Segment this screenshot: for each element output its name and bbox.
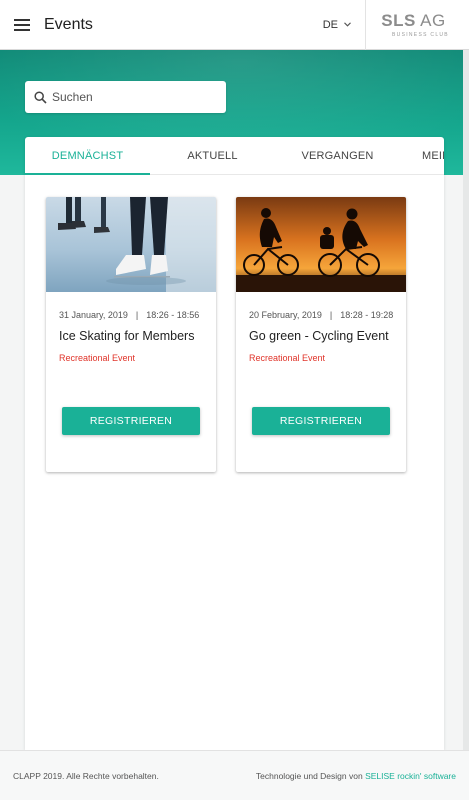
scroll-track[interactable] <box>463 50 469 750</box>
datetime-separator: | <box>329 310 333 320</box>
logo-main-light: AG <box>420 10 446 30</box>
events-panel: DEMNÄCHST AKTUELL VERGANGEN MEIN <box>25 137 444 750</box>
event-title: Ice Skating for Members <box>59 329 195 343</box>
event-tabs: DEMNÄCHST AKTUELL VERGANGEN MEIN <box>25 137 444 175</box>
search-box[interactable] <box>25 81 226 113</box>
tab-past[interactable]: VERGANGEN <box>275 137 400 174</box>
event-date: 31 January, 2019 <box>59 310 128 320</box>
event-category: Recreational Event <box>249 353 326 363</box>
cycling-sunset-photo <box>236 197 406 292</box>
language-selector[interactable]: DE <box>323 0 365 50</box>
menu-button[interactable] <box>0 0 44 50</box>
chevron-down-icon <box>344 22 351 27</box>
datetime-separator: | <box>135 310 139 320</box>
event-card[interactable]: 20 February, 2019 | 18:28 - 19:28 Go green… <box>236 197 406 472</box>
tab-upcoming[interactable]: DEMNÄCHST <box>25 137 150 175</box>
footer-credit-prefix: Technologie und Design von <box>255 770 363 781</box>
tab-mine[interactable]: MEIN <box>400 137 444 174</box>
page-title: Events <box>44 15 93 33</box>
logo-subtitle: BUSINESS CLUB <box>392 31 449 38</box>
register-button[interactable]: REGISTRIEREN <box>62 407 200 435</box>
logo-main-bold: SLS <box>381 10 416 30</box>
footer-credit-link[interactable]: SELISE rockin' software <box>365 771 456 781</box>
ice-skating-photo <box>46 197 216 292</box>
event-datetime: 20 February, 2019 | 18:28 - 19:28 <box>249 310 393 320</box>
hamburger-menu-icon <box>14 18 30 31</box>
footer-copyright: CLAPP 2019. Alle Rechte vorbehalten. <box>13 770 159 781</box>
event-card-list: 31 January, 2019 | 18:26 - 18:56 Ice Skati… <box>46 197 406 472</box>
page-footer: CLAPP 2019. Alle Rechte vorbehalten. Tec… <box>0 750 469 800</box>
event-datetime: 31 January, 2019 | 18:26 - 18:56 <box>59 310 199 320</box>
top-app-bar: Events DE SLS AG BUSINESS CLUB <box>0 0 469 50</box>
language-label: DE <box>322 18 338 31</box>
search-input[interactable] <box>52 90 212 104</box>
search-icon <box>34 90 47 104</box>
brand-logo[interactable]: SLS AG BUSINESS CLUB <box>366 0 469 50</box>
register-button[interactable]: REGISTRIEREN <box>252 407 390 435</box>
event-card[interactable]: 31 January, 2019 | 18:26 - 18:56 Ice Skati… <box>46 197 216 472</box>
event-category: Recreational Event <box>59 353 136 363</box>
event-time: 18:28 - 19:28 <box>340 310 394 320</box>
event-title: Go green - Cycling Event <box>249 329 389 343</box>
event-time: 18:26 - 18:56 <box>146 310 200 320</box>
event-date: 20 February, 2019 <box>249 310 322 320</box>
tab-current[interactable]: AKTUELL <box>150 137 275 174</box>
footer-credit: Technologie und Design von SELISE rockin… <box>256 771 456 781</box>
